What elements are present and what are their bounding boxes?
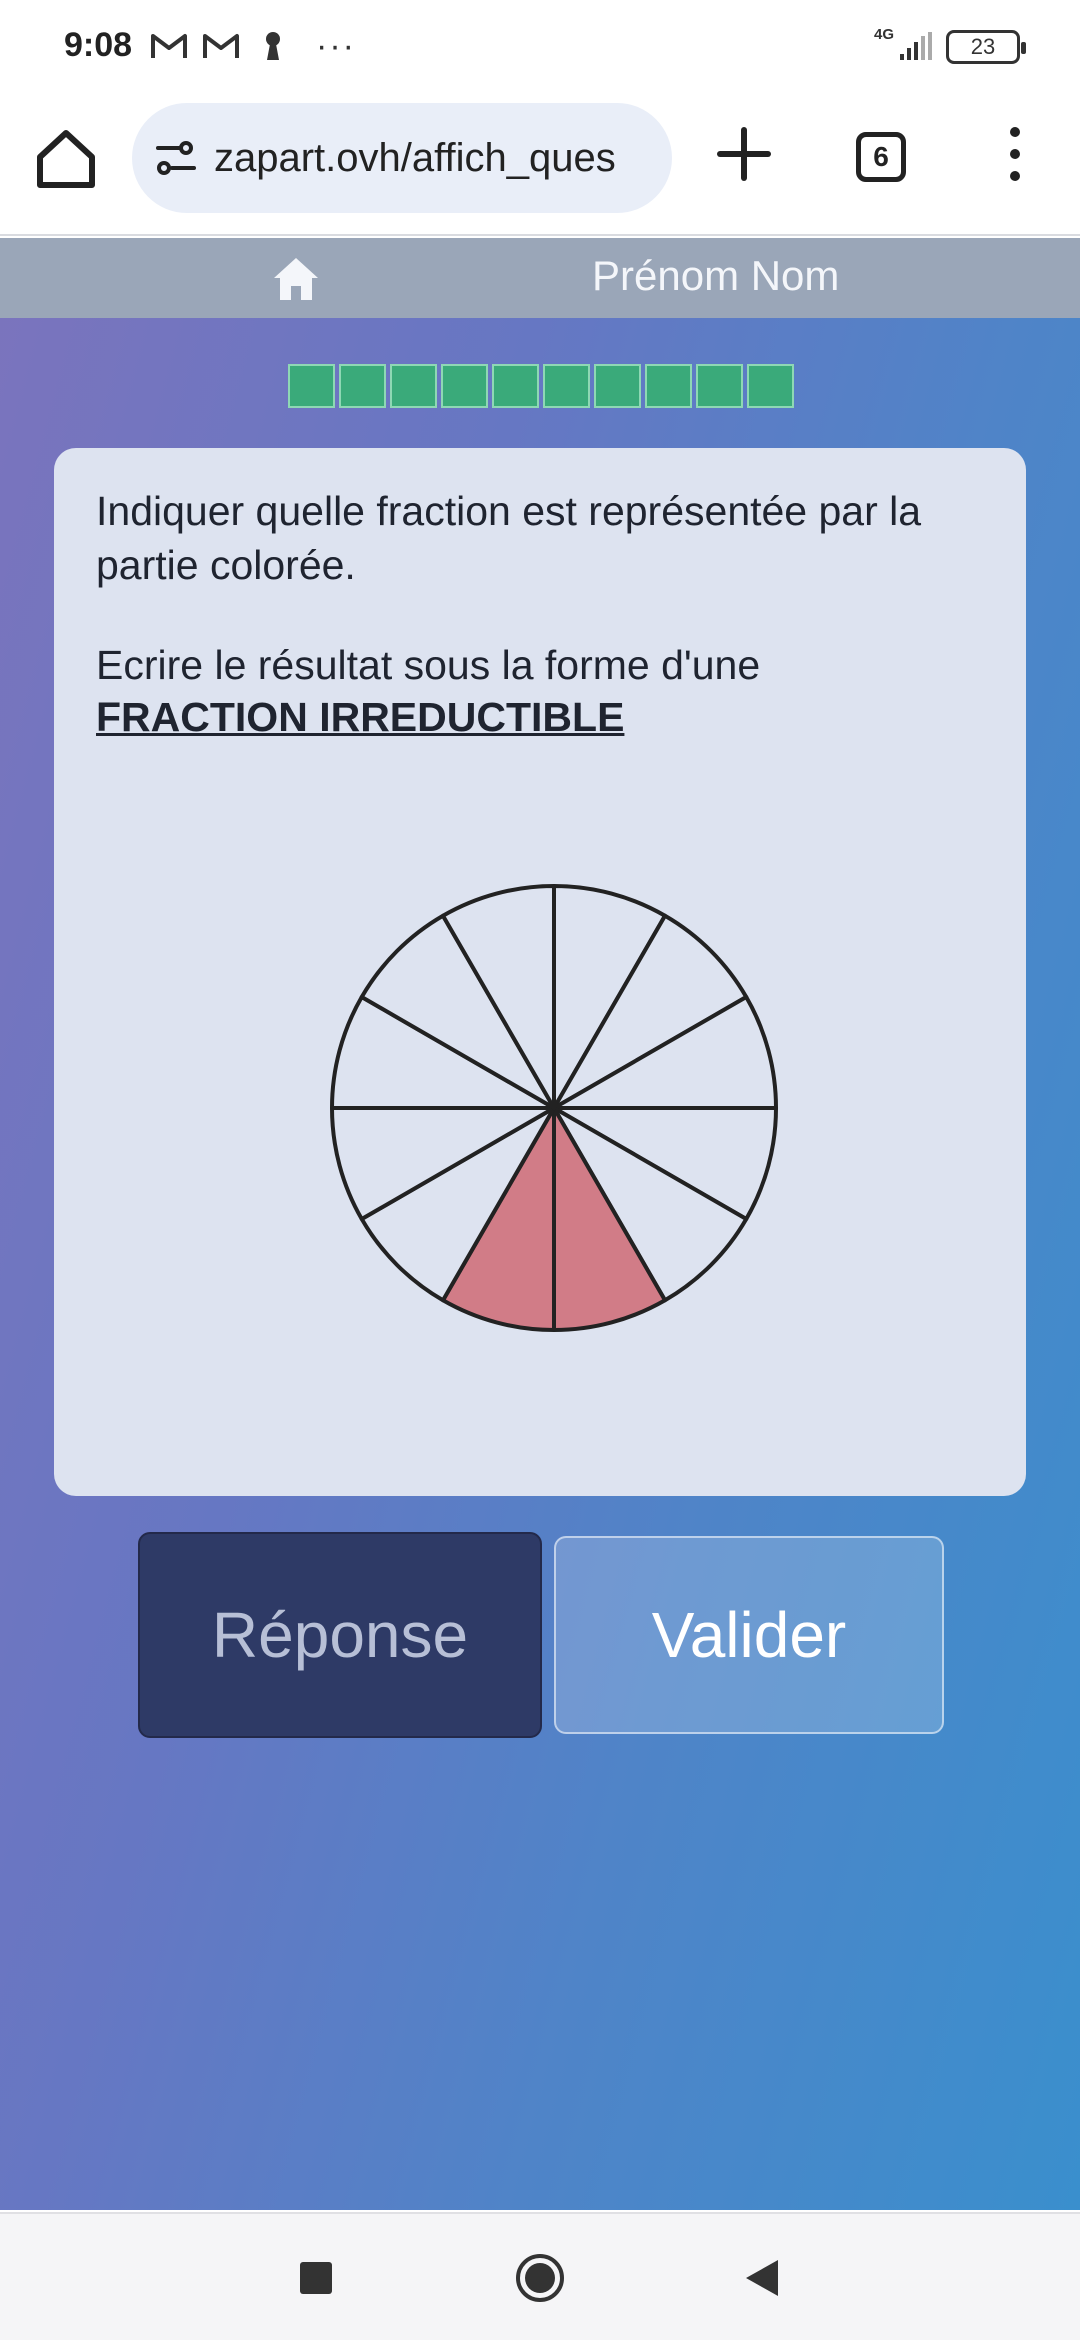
question-text: Indiquer quelle fraction est représentée…	[96, 488, 922, 588]
triangle-back-icon[interactable]	[744, 2258, 780, 2298]
circle-home-icon[interactable]	[514, 2252, 566, 2304]
tabs-button[interactable]: 6	[856, 132, 906, 182]
network-type: 4G	[873, 26, 894, 43]
status-time: 9:08	[64, 26, 133, 64]
network-indicator: 4G	[874, 26, 932, 62]
progress-cell	[696, 364, 743, 408]
progress-cell	[543, 364, 590, 408]
browser-toolbar: zapart.ovh/affich_ques 6	[0, 96, 1080, 236]
progress-cell	[492, 364, 539, 408]
tab-count: 6	[873, 141, 889, 172]
site-settings-icon[interactable]	[154, 138, 198, 178]
url-text[interactable]: zapart.ovh/affich_ques	[214, 136, 616, 181]
page: Prénom Nom Indiquer quelle fraction est …	[0, 238, 1080, 2210]
progress-cell	[441, 364, 488, 408]
progress-cell	[594, 364, 641, 408]
notification-icons: ···	[150, 27, 356, 65]
address-bar[interactable]: zapart.ovh/affich_ques	[132, 103, 672, 213]
progress-cell	[288, 364, 335, 408]
status-bar: 9:08 ··· 4G 23	[0, 0, 1080, 96]
fraction-figure	[324, 878, 784, 1338]
progress-cell	[645, 364, 692, 408]
answer-button[interactable]: Réponse	[138, 1532, 542, 1738]
gmail-icon	[151, 34, 187, 58]
progress-cell	[339, 364, 386, 408]
gmail-icon	[203, 34, 239, 58]
progress-bar	[288, 364, 794, 408]
system-nav-bar	[0, 2212, 1080, 2340]
battery-level: 23	[970, 34, 996, 59]
progress-cell	[747, 364, 794, 408]
system-status: 4G 23	[874, 26, 1026, 64]
keyhole-icon	[266, 32, 280, 60]
plus-icon[interactable]	[712, 122, 776, 186]
home-icon[interactable]	[268, 250, 324, 306]
instruction-emphasis: FRACTION IRREDUCTIBLE	[96, 694, 625, 740]
square-icon[interactable]	[300, 2262, 332, 2294]
validate-button-label: Valider	[651, 1599, 847, 1671]
instruction-text: Ecrire le résultat sous la forme d'une	[96, 642, 761, 688]
fraction-pie	[330, 884, 778, 1332]
answer-button-label: Réponse	[211, 1599, 469, 1671]
home-icon[interactable]	[30, 123, 102, 195]
app-header: Prénom Nom	[0, 238, 1080, 318]
user-name[interactable]: Prénom Nom	[592, 252, 839, 300]
question-card: Indiquer quelle fraction est représentée…	[54, 448, 1026, 1496]
menu-icon[interactable]	[1000, 122, 1030, 186]
more-notifications-icon: ···	[316, 27, 356, 65]
validate-button[interactable]: Valider	[554, 1536, 944, 1734]
signal-icon	[900, 32, 932, 60]
progress-cell	[390, 364, 437, 408]
battery-indicator: 23	[946, 30, 1026, 64]
